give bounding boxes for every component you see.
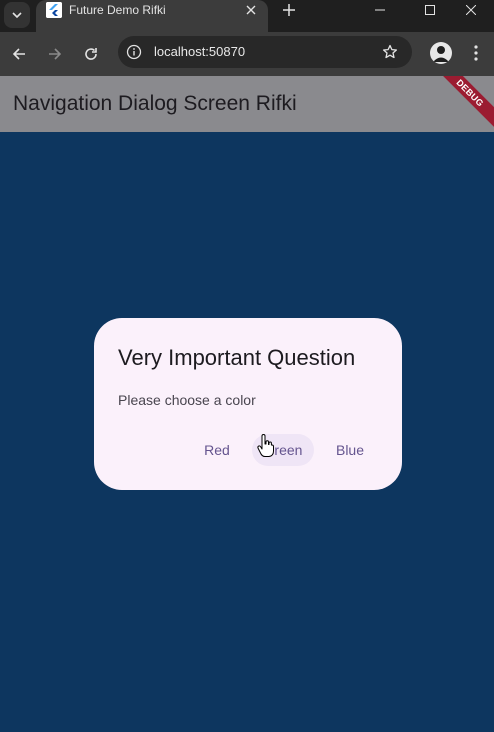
profile-button[interactable]	[430, 42, 452, 64]
info-icon[interactable]	[126, 44, 142, 60]
close-icon	[246, 5, 256, 15]
blue-button[interactable]: Blue	[324, 434, 376, 466]
window-close-button[interactable]	[448, 0, 494, 20]
minimize-icon	[375, 9, 385, 11]
alert-dialog: Very Important Question Please choose a …	[94, 318, 402, 490]
tab-strip: Future Demo Rifki	[0, 0, 494, 36]
hand-cursor-icon	[257, 434, 274, 457]
chevron-down-icon	[12, 12, 22, 19]
flutter-icon	[46, 2, 62, 18]
reload-icon	[85, 48, 97, 60]
app-bar: Navigation Dialog Screen Rifki DEBUG	[0, 76, 494, 132]
close-icon	[466, 5, 476, 15]
maximize-icon	[425, 5, 435, 15]
debug-banner: DEBUG	[429, 76, 494, 132]
address-bar[interactable]: localhost:50870	[118, 36, 412, 68]
minimize-button[interactable]	[357, 0, 403, 20]
page-title: Navigation Dialog Screen Rifki	[13, 92, 297, 115]
dialog-title: Very Important Question	[118, 345, 356, 370]
tab-close-button[interactable]	[242, 1, 260, 19]
reload-button[interactable]	[77, 40, 105, 68]
bookmark-button[interactable]	[380, 42, 400, 62]
tab-title: Future Demo Rifki	[69, 3, 166, 17]
url-text: localhost:50870	[154, 44, 246, 59]
browser-toolbar: localhost:50870	[0, 32, 494, 76]
plus-icon	[283, 4, 295, 16]
new-tab-button[interactable]	[277, 0, 301, 20]
arrow-right-icon	[49, 48, 62, 60]
star-icon	[382, 44, 398, 59]
back-button[interactable]	[5, 40, 33, 68]
red-button[interactable]: Red	[192, 434, 242, 466]
maximize-button[interactable]	[407, 0, 453, 20]
browser-tab[interactable]: Future Demo Rifki	[36, 0, 268, 36]
profile-icon	[433, 46, 449, 62]
kebab-icon	[474, 45, 478, 61]
dialog-content: Please choose a color	[118, 392, 256, 408]
tab-search-button[interactable]	[4, 2, 30, 28]
forward-button[interactable]	[41, 40, 69, 68]
browser-menu-button[interactable]	[466, 42, 486, 64]
arrow-left-icon	[12, 48, 25, 60]
